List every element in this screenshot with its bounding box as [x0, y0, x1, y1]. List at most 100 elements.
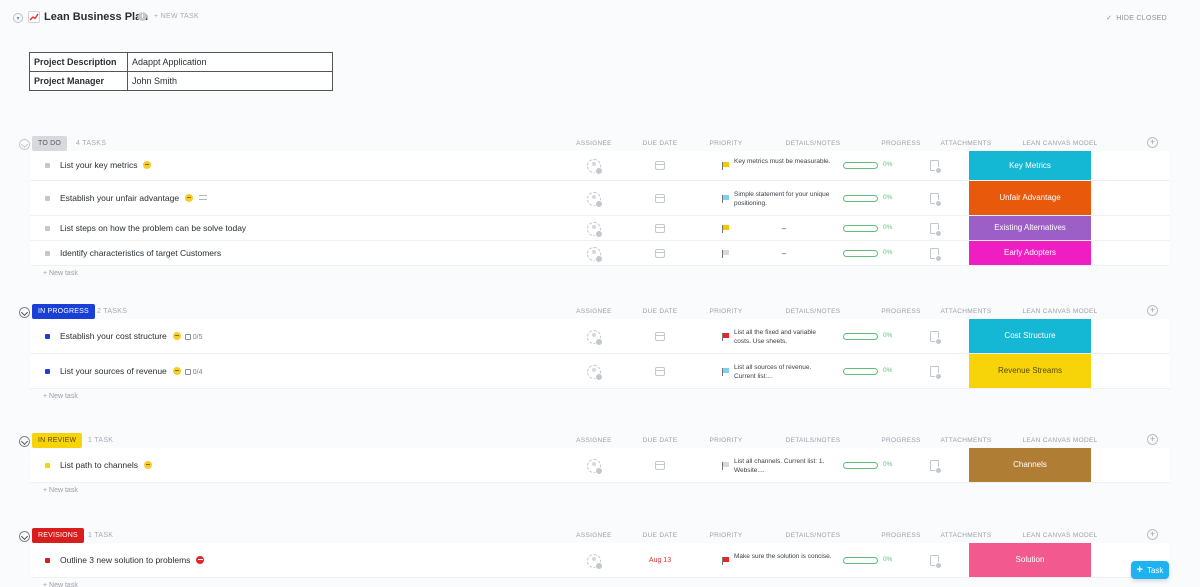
comment-icon[interactable]: [199, 194, 208, 200]
add-column-icon[interactable]: +: [1147, 137, 1158, 148]
column-header-lean-canvas[interactable]: LEAN CANVAS MODEL: [1022, 532, 1097, 539]
add-column-icon[interactable]: +: [1147, 434, 1158, 445]
priority-flag-icon[interactable]: [722, 224, 730, 233]
info-icon[interactable]: i: [138, 12, 147, 21]
column-header-progress[interactable]: PROGRESS: [881, 532, 920, 539]
attachment-icon[interactable]: [930, 160, 942, 174]
details-notes[interactable]: Make sure the solution is concise.: [734, 552, 834, 561]
task-name[interactable]: Establish your unfair advantage: [60, 193, 208, 203]
collapse-group-icon[interactable]: [19, 531, 30, 542]
status-square[interactable]: [45, 333, 50, 339]
lean-canvas-label[interactable]: Channels: [969, 448, 1091, 482]
column-header-attachments[interactable]: ATTACHMENTS: [940, 308, 991, 315]
column-header-progress[interactable]: PROGRESS: [881, 140, 920, 147]
new-task-link[interactable]: + New task: [43, 582, 78, 587]
column-header-due-date[interactable]: DUE DATE: [643, 308, 678, 315]
column-header-due-date[interactable]: DUE DATE: [643, 140, 678, 147]
calendar-icon[interactable]: [655, 223, 665, 233]
new-task-link[interactable]: + New task: [43, 487, 78, 494]
details-notes[interactable]: Key metrics must be measurable.: [734, 157, 834, 166]
attachment-icon[interactable]: [930, 459, 942, 474]
lean-canvas-label[interactable]: Early Adopters: [969, 241, 1091, 265]
status-square[interactable]: [45, 195, 50, 201]
add-column-icon[interactable]: +: [1147, 305, 1158, 316]
status-badge[interactable]: REVISIONS: [32, 528, 84, 543]
column-header-lean-canvas[interactable]: LEAN CANVAS MODEL: [1022, 140, 1097, 147]
task-row[interactable]: List your key metrics Key metrics must be…: [30, 151, 1170, 181]
column-header-priority[interactable]: PRIORITY: [709, 437, 742, 444]
assignee-avatar-icon[interactable]: [587, 246, 603, 263]
task-name[interactable]: Identify characteristics of target Custo…: [60, 248, 221, 258]
details-notes[interactable]: –: [734, 224, 834, 233]
column-header-attachments[interactable]: ATTACHMENTS: [940, 437, 991, 444]
assignee-avatar-icon[interactable]: [587, 458, 603, 475]
task-row[interactable]: Establish your unfair advantage Simple st…: [30, 181, 1170, 216]
attachment-icon[interactable]: [930, 192, 942, 207]
details-notes[interactable]: Simple statement for your unique positio…: [734, 190, 834, 208]
task-name[interactable]: List path to channels: [60, 460, 152, 470]
collapse-group-icon[interactable]: [19, 139, 30, 150]
column-header-attachments[interactable]: ATTACHMENTS: [940, 532, 991, 539]
assignee-avatar-icon[interactable]: [587, 553, 603, 570]
priority-flag-icon[interactable]: [722, 461, 730, 470]
lean-canvas-label[interactable]: Solution: [969, 543, 1091, 577]
calendar-icon[interactable]: [655, 331, 665, 341]
column-header-progress[interactable]: PROGRESS: [881, 437, 920, 444]
lean-canvas-label[interactable]: Unfair Advantage: [969, 181, 1091, 215]
status-badge[interactable]: IN PROGRESS: [32, 304, 95, 319]
column-header-attachments[interactable]: ATTACHMENTS: [940, 140, 991, 147]
calendar-icon[interactable]: [655, 161, 665, 170]
lean-canvas-label[interactable]: Existing Alternatives: [969, 216, 1091, 240]
status-square[interactable]: [45, 163, 50, 168]
task-name[interactable]: List steps on how the problem can be sol…: [60, 223, 246, 233]
assignee-avatar-icon[interactable]: [587, 159, 603, 175]
subtask-count[interactable]: 0/5: [184, 333, 203, 341]
column-header-details[interactable]: DETAILS/NOTES: [786, 532, 841, 539]
task-row[interactable]: List your sources of revenue 0/4 List all …: [30, 354, 1170, 389]
new-task-link[interactable]: + New task: [43, 270, 78, 277]
task-row[interactable]: Establish your cost structure 0/5 List all…: [30, 319, 1170, 354]
column-header-priority[interactable]: PRIORITY: [709, 140, 742, 147]
priority-flag-icon[interactable]: [722, 367, 730, 376]
task-row[interactable]: List steps on how the problem can be sol…: [30, 216, 1170, 241]
lean-canvas-label[interactable]: Revenue Streams: [969, 354, 1091, 388]
task-name[interactable]: List your key metrics: [60, 160, 152, 170]
status-badge[interactable]: IN REVIEW: [32, 433, 83, 448]
add-column-icon[interactable]: +: [1147, 529, 1158, 540]
status-square[interactable]: [45, 368, 50, 374]
column-header-details[interactable]: DETAILS/NOTES: [786, 437, 841, 444]
column-header-assignee[interactable]: ASSIGNEE: [576, 308, 612, 315]
collapse-group-icon[interactable]: [19, 307, 30, 318]
priority-flag-icon[interactable]: [722, 194, 730, 203]
assignee-avatar-icon[interactable]: [587, 329, 603, 346]
column-header-due-date[interactable]: DUE DATE: [643, 437, 678, 444]
calendar-icon[interactable]: [655, 366, 665, 376]
attachment-icon[interactable]: [930, 330, 942, 345]
attachment-icon[interactable]: [930, 365, 942, 380]
status-square[interactable]: [45, 557, 50, 563]
status-square[interactable]: [45, 462, 50, 468]
details-notes[interactable]: –: [734, 249, 834, 258]
hide-closed-toggle[interactable]: ✓ HIDE CLOSED: [1106, 14, 1167, 22]
task-name[interactable]: Establish your cost structure 0/5: [60, 331, 203, 341]
details-notes[interactable]: List all the fixed and variable costs. U…: [734, 328, 834, 346]
details-notes[interactable]: List all channels. Current list: 1. Webs…: [734, 457, 834, 475]
task-name[interactable]: List your sources of revenue 0/4: [60, 366, 203, 376]
collapse-group-icon[interactable]: [19, 436, 30, 447]
column-header-assignee[interactable]: ASSIGNEE: [576, 437, 612, 444]
lean-canvas-label[interactable]: Key Metrics: [969, 151, 1091, 180]
column-header-lean-canvas[interactable]: LEAN CANVAS MODEL: [1022, 437, 1097, 444]
column-header-lean-canvas[interactable]: LEAN CANVAS MODEL: [1022, 308, 1097, 315]
priority-flag-icon[interactable]: [722, 249, 730, 258]
column-header-due-date[interactable]: DUE DATE: [643, 532, 678, 539]
subtask-count[interactable]: 0/4: [184, 368, 203, 376]
priority-flag-icon[interactable]: [722, 556, 730, 565]
calendar-icon[interactable]: [655, 193, 665, 203]
calendar-icon[interactable]: [655, 460, 665, 470]
attachment-icon[interactable]: [930, 247, 942, 262]
status-badge[interactable]: TO DO: [32, 136, 68, 151]
details-notes[interactable]: List all sources of revenue. Current lis…: [734, 363, 834, 381]
attachment-icon[interactable]: [930, 222, 942, 237]
add-task-fab[interactable]: + Task: [1131, 561, 1169, 579]
calendar-icon[interactable]: [655, 248, 665, 258]
